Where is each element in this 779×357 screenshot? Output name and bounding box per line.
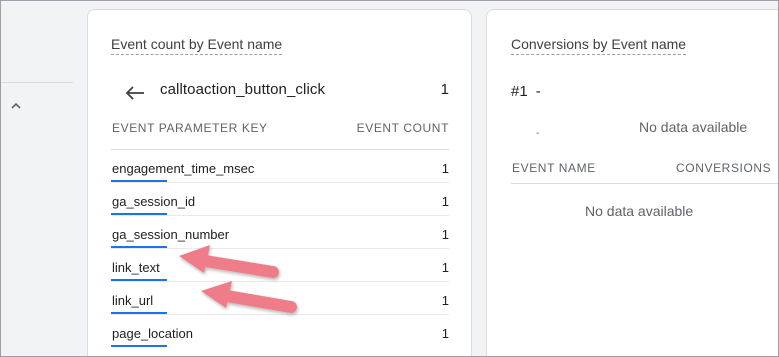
card-title[interactable]: Event count by Event name bbox=[111, 36, 283, 55]
card-title[interactable]: Conversions by Event name bbox=[511, 36, 687, 55]
table-row[interactable]: page_location 1 bbox=[111, 315, 449, 347]
column-header-conversions[interactable]: CONVERSIONS bbox=[676, 161, 771, 175]
parameter-key-cell: engagement_time_msec bbox=[111, 161, 255, 182]
table-row[interactable]: ga_session_id 1 bbox=[111, 183, 449, 216]
no-data-message: No data available bbox=[585, 203, 694, 219]
column-header-parameter-key[interactable]: EVENT PARAMETER KEY bbox=[112, 121, 268, 135]
table-row[interactable]: link_url 1 bbox=[111, 282, 449, 315]
table-row[interactable]: engagement_time_msec 1 bbox=[111, 150, 449, 183]
rank-label: #1- bbox=[511, 83, 541, 100]
rank-number: #1 bbox=[511, 83, 528, 100]
table-header: EVENT NAME CONVERSIONS bbox=[511, 161, 778, 184]
column-header-event-name[interactable]: EVENT NAME bbox=[512, 161, 596, 175]
value-bar bbox=[111, 213, 167, 215]
table-row[interactable]: link_text 1 bbox=[111, 249, 449, 282]
parameter-key: engagement_time_msec bbox=[112, 161, 255, 176]
selected-event-name: calltoaction_button_click bbox=[160, 81, 326, 98]
event-count-cell: 1 bbox=[441, 194, 449, 209]
side-panel-divider bbox=[1, 82, 73, 83]
placeholder-dash: - bbox=[536, 128, 540, 139]
arrow-left-icon[interactable] bbox=[125, 86, 145, 100]
parameter-key: link_url bbox=[112, 293, 154, 308]
event-count-cell: 1 bbox=[441, 227, 449, 242]
value-bar bbox=[111, 345, 167, 347]
parameter-key-cell: link_url bbox=[111, 293, 167, 314]
column-header-event-count[interactable]: EVENT COUNT bbox=[357, 121, 449, 135]
analytics-report-frame: Event count by Event name calltoaction_b… bbox=[0, 0, 779, 357]
table-row[interactable]: ga_session_number 1 bbox=[111, 216, 449, 249]
parameter-key-cell: page_location bbox=[111, 326, 193, 347]
parameter-key-cell: ga_session_number bbox=[111, 227, 230, 248]
conversions-card: Conversions by Event name #1- - No data … bbox=[486, 9, 778, 356]
event-count-cell: 1 bbox=[441, 260, 449, 275]
side-panel bbox=[1, 1, 73, 356]
chevron-up-icon[interactable] bbox=[9, 99, 23, 113]
value-bar bbox=[111, 312, 167, 314]
parameter-key: link_text bbox=[112, 260, 160, 275]
parameter-key: page_location bbox=[112, 326, 193, 341]
selected-event-count: 1 bbox=[440, 81, 449, 98]
parameter-key-cell: ga_session_id bbox=[111, 194, 196, 215]
parameter-key: ga_session_id bbox=[112, 194, 196, 209]
event-count-cell: 1 bbox=[441, 161, 449, 176]
value-bar bbox=[111, 279, 167, 281]
selected-event-row: calltoaction_button_click 1 bbox=[111, 80, 449, 102]
event-count-cell: 1 bbox=[441, 293, 449, 308]
value-bar bbox=[111, 180, 167, 182]
table-header: EVENT PARAMETER KEY EVENT COUNT bbox=[111, 121, 449, 150]
value-bar bbox=[111, 246, 167, 248]
parameter-table-body: engagement_time_msec 1 ga_session_id 1 g… bbox=[111, 150, 449, 347]
event-count-card: Event count by Event name calltoaction_b… bbox=[87, 9, 472, 356]
parameter-key-cell: link_text bbox=[111, 260, 167, 281]
parameter-key: ga_session_number bbox=[112, 227, 230, 242]
rank-value: - bbox=[535, 83, 541, 100]
no-data-message: No data available bbox=[639, 119, 748, 135]
event-count-cell: 1 bbox=[441, 326, 449, 341]
